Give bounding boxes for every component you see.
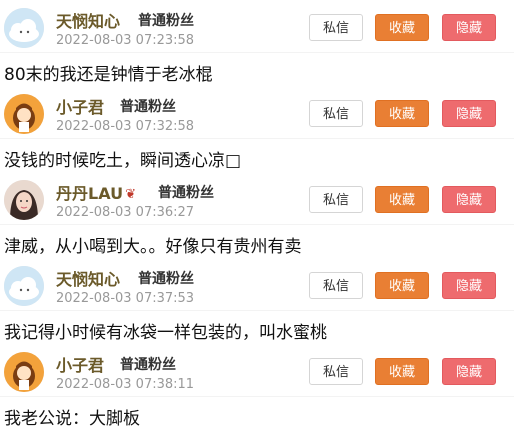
cartoon-girl-avatar-icon — [4, 352, 44, 392]
favorite-button[interactable]: 收藏 — [375, 272, 429, 299]
hide-button[interactable]: 隐藏 — [442, 186, 496, 213]
fan-level-badge: 普通粉丝 — [120, 357, 176, 373]
avatar[interactable] — [4, 94, 44, 134]
divider — [0, 138, 514, 139]
cloud-avatar-icon — [4, 266, 44, 306]
comment-feed: 天悯知心 普通粉丝 2022-08-03 07:23:58 私信 收藏 隐藏 8… — [0, 0, 514, 430]
avatar[interactable] — [4, 8, 44, 48]
message-button[interactable]: 私信 — [309, 272, 363, 299]
avatar[interactable] — [4, 180, 44, 220]
comment-text: 津威，从小喝到大。。好像只有贵州有卖 — [4, 237, 302, 257]
message-button[interactable]: 私信 — [309, 14, 363, 41]
comment-item: 天悯知心 普通粉丝 2022-08-03 07:23:58 私信 收藏 隐藏 8… — [0, 0, 514, 86]
timestamp: 2022-08-03 07:36:27 — [56, 205, 195, 220]
fan-level-badge: 普通粉丝 — [138, 13, 194, 29]
favorite-button[interactable]: 收藏 — [375, 100, 429, 127]
cartoon-girl-avatar-icon — [4, 94, 44, 134]
hide-button[interactable]: 隐藏 — [442, 272, 496, 299]
message-button[interactable]: 私信 — [309, 100, 363, 127]
username[interactable]: 天悯知心 — [56, 266, 120, 290]
avatar[interactable] — [4, 266, 44, 306]
avatar[interactable] — [4, 352, 44, 392]
hide-button[interactable]: 隐藏 — [442, 14, 496, 41]
hide-button[interactable]: 隐藏 — [442, 358, 496, 385]
fan-level-badge: 普通粉丝 — [138, 271, 194, 287]
username-text: 丹丹LAU — [56, 184, 124, 203]
username[interactable]: 小子君 — [56, 352, 104, 376]
hide-button[interactable]: 隐藏 — [442, 100, 496, 127]
timestamp: 2022-08-03 07:38:11 — [56, 377, 195, 392]
photo-avatar-icon — [4, 180, 44, 220]
message-button[interactable]: 私信 — [309, 358, 363, 385]
comment-text: 80末的我还是钟情于老冰棍 — [4, 65, 213, 85]
divider — [0, 52, 514, 53]
comment-header: 小子君 普通粉丝 2022-08-03 07:32:58 私信 收藏 隐藏 — [0, 86, 514, 138]
divider — [0, 310, 514, 311]
timestamp: 2022-08-03 07:23:58 — [56, 33, 195, 48]
timestamp: 2022-08-03 07:32:58 — [56, 119, 195, 134]
fan-level-badge: 普通粉丝 — [120, 99, 176, 115]
username[interactable]: 天悯知心 — [56, 8, 120, 32]
comment-text: 没钱的时候吃土，瞬间透心凉□ — [4, 151, 242, 171]
comment-header: 天悯知心 普通粉丝 2022-08-03 07:37:53 私信 收藏 隐藏 — [0, 258, 514, 310]
fan-level-badge: 普通粉丝 — [158, 185, 214, 201]
comment-header: 天悯知心 普通粉丝 2022-08-03 07:23:58 私信 收藏 隐藏 — [0, 0, 514, 52]
divider — [0, 396, 514, 397]
comment-header: 丹丹LAU ❦ 普通粉丝 2022-08-03 07:36:27 私信 收藏 隐藏 — [0, 172, 514, 224]
username[interactable]: 小子君 — [56, 94, 104, 118]
favorite-button[interactable]: 收藏 — [375, 14, 429, 41]
timestamp: 2022-08-03 07:37:53 — [56, 291, 195, 306]
comment-item: 丹丹LAU ❦ 普通粉丝 2022-08-03 07:36:27 私信 收藏 隐藏… — [0, 172, 514, 258]
comment-item: 天悯知心 普通粉丝 2022-08-03 07:37:53 私信 收藏 隐藏 我… — [0, 258, 514, 344]
favorite-button[interactable]: 收藏 — [375, 358, 429, 385]
comment-text: 我记得小时候有冰袋一样包装的，叫水蜜桃 — [4, 323, 327, 343]
heart-icon: ❦ — [125, 187, 136, 202]
divider — [0, 224, 514, 225]
cloud-avatar-icon — [4, 8, 44, 48]
comment-text: 我老公说：大脚板 — [4, 409, 140, 429]
username[interactable]: 丹丹LAU ❦ — [56, 180, 136, 204]
comment-item: 小子君 普通粉丝 2022-08-03 07:38:11 私信 收藏 隐藏 我老… — [0, 344, 514, 430]
comment-item: 小子君 普通粉丝 2022-08-03 07:32:58 私信 收藏 隐藏 没钱… — [0, 86, 514, 172]
favorite-button[interactable]: 收藏 — [375, 186, 429, 213]
comment-header: 小子君 普通粉丝 2022-08-03 07:38:11 私信 收藏 隐藏 — [0, 344, 514, 396]
message-button[interactable]: 私信 — [309, 186, 363, 213]
